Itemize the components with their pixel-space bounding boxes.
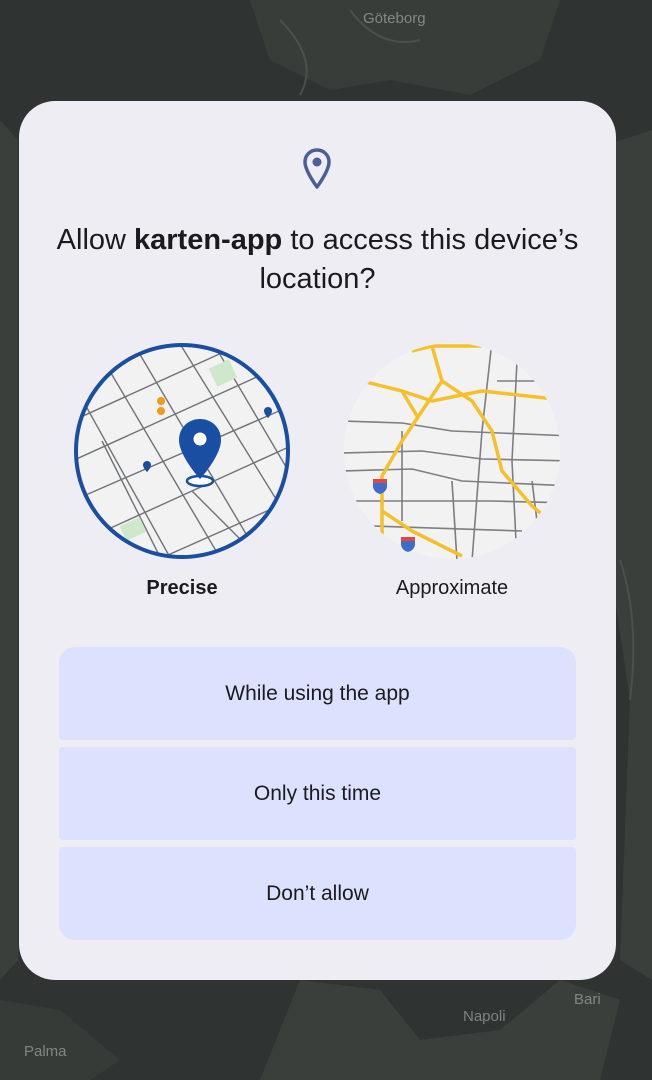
map-label-bari: Bari [574, 991, 601, 1008]
dialog-title: Allow karten-app to access this device’s… [39, 221, 596, 299]
map-label-napoli: Napoli [463, 1008, 506, 1025]
precise-option[interactable]: Precise [72, 341, 292, 601]
approximate-map-icon [344, 343, 560, 559]
app-name: karten-app [134, 224, 283, 256]
precise-map-icon [74, 343, 290, 559]
title-suffix: to access this device’s location? [259, 224, 579, 295]
precise-label: Precise [146, 577, 218, 599]
only-this-time-button[interactable]: Only this time [59, 747, 576, 840]
approximate-label: Approximate [395, 577, 509, 599]
approximate-option[interactable]: Approximate [342, 341, 562, 601]
map-label-palma: Palma [24, 1043, 67, 1060]
title-prefix: Allow [56, 224, 135, 256]
map-label-goteborg: Göteborg [363, 10, 426, 27]
while-using-app-button[interactable]: While using the app [59, 647, 576, 740]
location-permission-dialog: Allow karten-app to access this device’s… [19, 101, 616, 980]
dont-allow-button[interactable]: Don’t allow [59, 847, 576, 940]
location-pin-icon [303, 148, 331, 189]
